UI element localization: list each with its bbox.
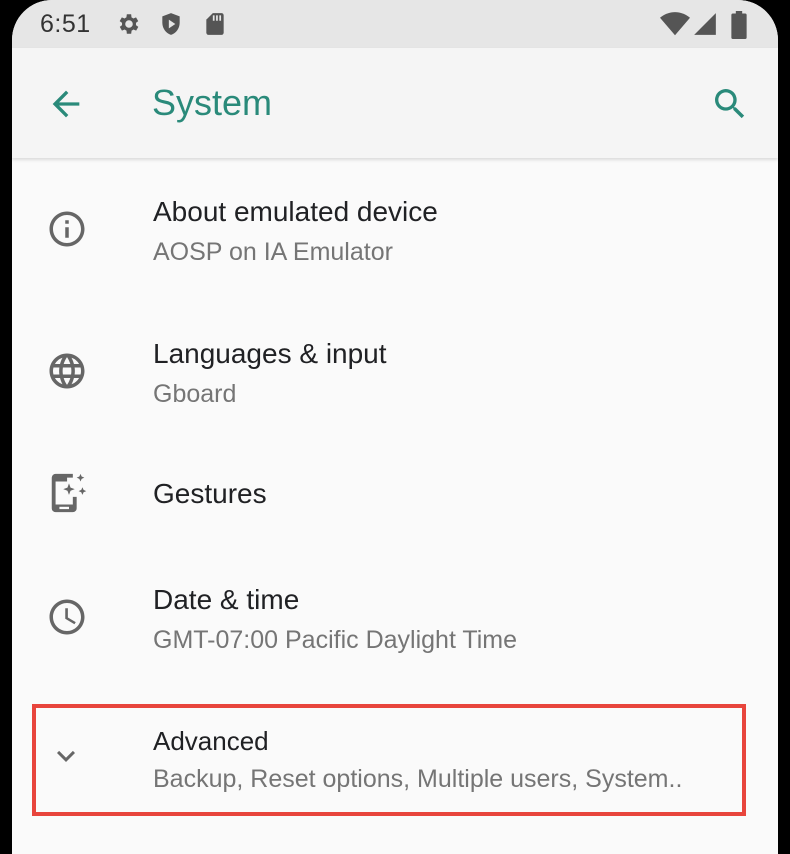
status-bar: 6:51 (12, 0, 778, 48)
sd-card-icon (206, 13, 224, 35)
battery-icon (731, 11, 747, 39)
shield-icon (162, 13, 180, 35)
item-title: Languages & input (153, 338, 387, 369)
item-subtitle: AOSP on IA Emulator (153, 238, 393, 266)
gear-icon (119, 14, 139, 34)
page-title: System (152, 82, 273, 123)
settings-item-languages[interactable]: Languages & input Gboard (12, 312, 778, 440)
settings-item-gestures[interactable]: Gestures (12, 446, 778, 546)
wifi-icon (660, 12, 690, 36)
search-icon[interactable] (710, 84, 750, 124)
item-title: Gestures (153, 478, 267, 509)
clock-icon (49, 599, 85, 635)
status-time: 6:51 (40, 10, 91, 38)
app-bar: System (12, 48, 778, 158)
arrow-back-icon[interactable] (46, 84, 86, 124)
info-icon (49, 211, 85, 247)
cellular-signal-icon (694, 13, 716, 35)
item-subtitle: Gboard (153, 380, 237, 408)
device-screen: 6:51 System About emulated device AOSP o… (12, 0, 778, 854)
item-title: Date & time (153, 584, 300, 615)
highlight-box (32, 704, 746, 816)
item-subtitle: GMT-07:00 Pacific Daylight Time (153, 626, 518, 654)
settings-item-date-time[interactable]: Date & time GMT-07:00 Pacific Daylight T… (12, 560, 778, 688)
settings-item-about[interactable]: About emulated device AOSP on IA Emulato… (12, 170, 778, 298)
globe-icon (49, 353, 85, 389)
item-title: About emulated device (153, 196, 438, 227)
gestures-phone-icon (51, 473, 87, 513)
